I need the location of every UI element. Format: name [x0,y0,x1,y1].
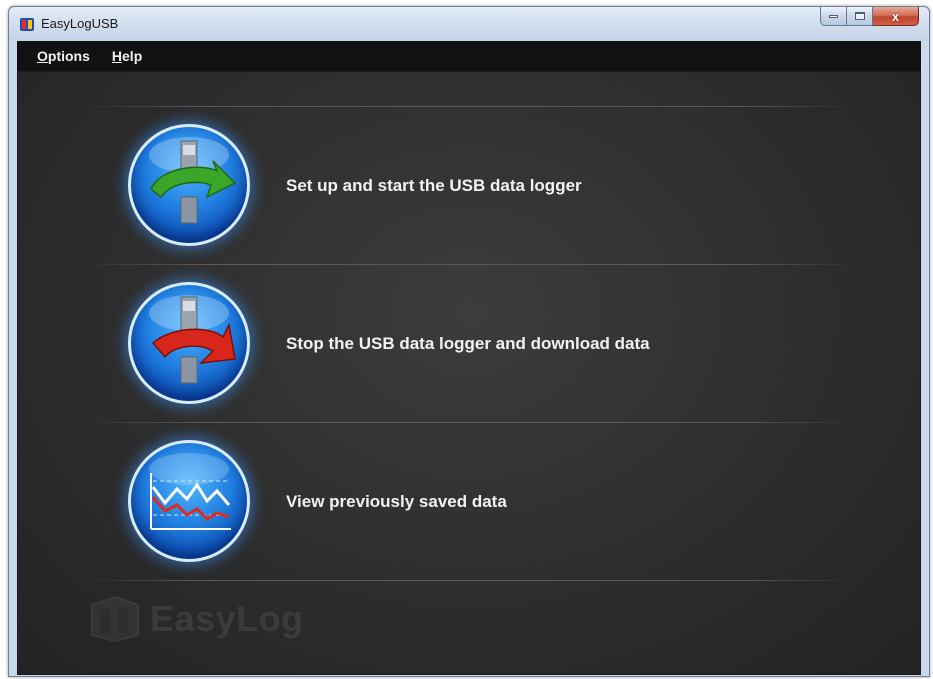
close-icon: x [891,8,900,24]
app-window: EasyLogUSB x Options Help Set up and sta… [8,6,930,677]
usb-stop-graphic [149,295,236,384]
menu-help[interactable]: Help [112,48,142,64]
divider [84,264,856,265]
main-panel: Set up and start the USB data logger Sto… [17,71,921,675]
stop-logger-label: Stop the USB data logger and download da… [286,334,650,353]
brand-text: EasyLog [150,598,304,639]
divider [84,422,856,423]
divider [84,106,856,107]
menu-options[interactable]: Options [37,48,90,64]
easylog-watermark: EasyLog [88,594,304,644]
easylog-app-icon [20,18,34,31]
title-bar[interactable]: EasyLogUSB x [9,7,929,41]
easylog-logo-icon [91,595,139,643]
usb-start-icon[interactable] [128,124,250,246]
menu-bar: Options Help [17,41,921,71]
minimize-icon [829,14,838,18]
divider [84,580,856,581]
view-data-label: View previously saved data [286,492,507,511]
graph-view-icon[interactable] [128,440,250,562]
start-logger-label: Set up and start the USB data logger [286,176,582,195]
stop-logger-action[interactable]: Stop the USB data logger and download da… [84,266,856,420]
usb-stop-icon[interactable] [128,282,250,404]
window-title: EasyLogUSB [41,16,119,31]
close-button[interactable]: x [873,7,919,26]
maximize-button[interactable] [847,7,873,26]
window-controls: x [820,7,919,27]
minimize-button[interactable] [820,7,847,26]
graph-view-graphic [149,453,231,530]
usb-start-graphic [149,137,237,224]
maximize-icon [854,12,865,20]
start-logger-action[interactable]: Set up and start the USB data logger [84,108,856,262]
view-data-action[interactable]: View previously saved data [84,424,856,578]
